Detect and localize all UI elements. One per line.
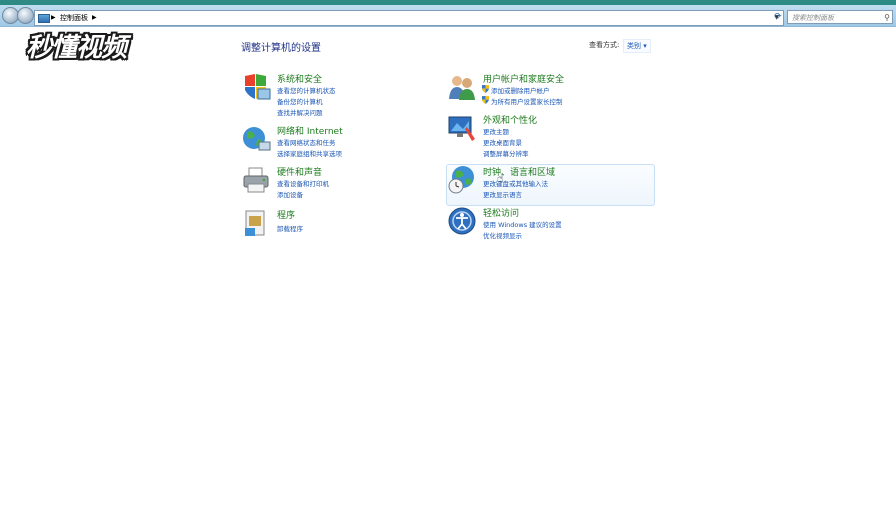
view-by-dropdown[interactable]: 类别 ▾: [623, 39, 651, 53]
uac-shield-icon: [482, 85, 489, 93]
appearance-icon: [448, 116, 475, 141]
network-globe-icon: [243, 127, 271, 151]
uac-shield-icon: [482, 96, 489, 104]
clock-globe-icon: [448, 166, 474, 194]
breadcrumb-control-panel[interactable]: 控制面板: [60, 11, 88, 25]
search-input[interactable]: 搜索控制面板 ⚲: [787, 10, 893, 24]
category-hardware-sound[interactable]: 硬件和声音 查看设备和打印机 添加设备: [241, 165, 431, 201]
breadcrumb-arrow-icon[interactable]: ▶: [92, 11, 97, 25]
category-ease-of-access[interactable]: 轻松访问 使用 Windows 建议的设置 优化视频显示: [447, 206, 647, 242]
view-by-label: 查看方式:: [589, 41, 620, 49]
category-link[interactable]: 更改键盘或其他输入法: [483, 178, 548, 188]
category-link[interactable]: 查看网络状态和任务: [277, 137, 336, 147]
category-link[interactable]: 备份您的计算机: [277, 96, 323, 106]
category-title[interactable]: 时钟、语言和区域: [483, 165, 555, 178]
category-link[interactable]: 查看设备和打印机: [277, 178, 329, 188]
category-appearance[interactable]: 外观和个性化 更改主题 更改桌面背景 调整屏幕分辨率: [447, 113, 647, 161]
category-link[interactable]: 为所有用户设置家长控制: [491, 96, 563, 106]
forward-button[interactable]: [17, 7, 34, 24]
category-link[interactable]: 使用 Windows 建议的设置: [483, 219, 562, 229]
printer-icon: [243, 167, 269, 193]
category-title[interactable]: 程序: [277, 208, 295, 221]
category-link[interactable]: 卸载程序: [277, 223, 303, 233]
category-title[interactable]: 硬件和声音: [277, 165, 322, 178]
control-panel-icon: [38, 14, 50, 23]
category-system-security[interactable]: 系统和安全 查看您的计算机状态 备份您的计算机 查找并解决问题: [241, 72, 431, 120]
category-title[interactable]: 外观和个性化: [483, 113, 537, 126]
programs-icon: [245, 210, 265, 236]
category-user-accounts[interactable]: 用户帐户和家庭安全 添加或删除用户帐户 为所有用户设置家长控制: [447, 72, 647, 110]
category-clock-language-region[interactable]: 时钟、语言和区域 更改键盘或其他输入法 更改显示语言: [447, 165, 647, 201]
category-link[interactable]: 更改主题: [483, 126, 509, 136]
category-title[interactable]: 系统和安全: [277, 72, 322, 85]
category-link[interactable]: 更改桌面背景: [483, 137, 522, 147]
refresh-icon[interactable]: ⟳: [773, 11, 783, 23]
breadcrumb-arrow-icon[interactable]: ▶: [51, 11, 56, 25]
category-programs[interactable]: 程序 卸载程序: [241, 208, 431, 238]
page-title: 调整计算机的设置: [241, 43, 321, 54]
category-link[interactable]: 添加设备: [277, 189, 303, 199]
title-bar-strip: [0, 0, 896, 5]
category-title[interactable]: 轻松访问: [483, 206, 519, 219]
category-link[interactable]: 查看您的计算机状态: [277, 85, 336, 95]
watermark-logo: 秒懂视频: [26, 33, 127, 63]
users-icon: [449, 76, 475, 100]
mouse-pointer-icon: ☝: [497, 172, 504, 185]
system-security-icon: [245, 74, 271, 100]
address-bar[interactable]: ▶ 控制面板 ▶ ▼: [34, 10, 784, 26]
category-link[interactable]: 选择家庭组和共享选项: [277, 148, 342, 158]
category-title[interactable]: 用户帐户和家庭安全: [483, 72, 564, 85]
category-link[interactable]: 优化视频显示: [483, 230, 522, 240]
category-link[interactable]: 添加或删除用户帐户: [491, 85, 550, 95]
category-link[interactable]: 更改显示语言: [483, 189, 522, 199]
search-placeholder: 搜索控制面板: [792, 14, 834, 22]
search-icon[interactable]: ⚲: [884, 11, 890, 25]
address-toolbar: ▶ 控制面板 ▶ ▼ ⟳ 搜索控制面板 ⚲: [0, 0, 896, 27]
category-link[interactable]: 查找并解决问题: [277, 107, 323, 117]
category-link[interactable]: 调整屏幕分辨率: [483, 148, 529, 158]
category-network-internet[interactable]: 网络和 Internet 查看网络状态和任务 选择家庭组和共享选项: [241, 124, 431, 160]
ease-of-access-icon: [448, 207, 476, 235]
category-title[interactable]: 网络和 Internet: [277, 124, 343, 137]
